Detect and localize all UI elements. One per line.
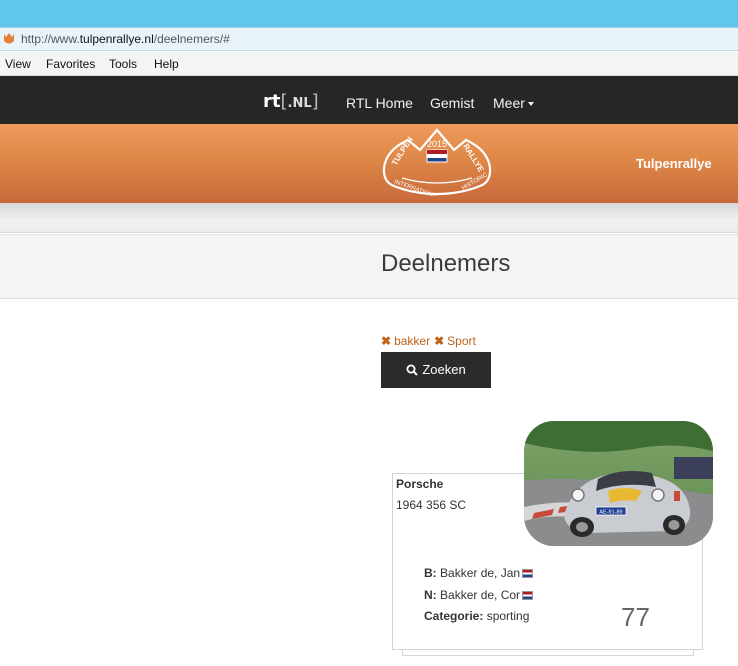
- remove-filter-icon: ✖: [434, 334, 445, 348]
- category-line: Categorie: sporting: [424, 609, 530, 623]
- tulip-favicon-icon: [4, 33, 14, 44]
- address-bar[interactable]: http://www.tulpenrallye.nl/deelnemers/#: [0, 27, 738, 51]
- search-icon: [406, 364, 419, 376]
- menu-view[interactable]: View: [5, 57, 31, 71]
- menu-tools[interactable]: Tools: [109, 57, 137, 71]
- rtl-logo[interactable]: rt[.NL]: [263, 91, 319, 112]
- netherlands-flag-icon: [522, 591, 534, 600]
- car-model: 1964 356 SC: [396, 498, 467, 512]
- nav-gemist[interactable]: Gemist: [430, 95, 474, 111]
- svg-text:2015: 2015: [427, 139, 447, 149]
- filter-bakker[interactable]: ✖ bakker: [381, 334, 434, 348]
- menu-favorites[interactable]: Favorites: [46, 57, 95, 71]
- svg-text:AE-91-89: AE-91-89: [599, 510, 622, 516]
- filter-sport[interactable]: ✖ Sport: [434, 334, 480, 348]
- nav-meer[interactable]: Meer: [493, 95, 534, 111]
- page-title: Deelnemers: [381, 250, 511, 277]
- browser-window: http://www.tulpenrallye.nl/deelnemers/# …: [0, 0, 738, 666]
- svg-text:TULPEN: TULPEN: [390, 135, 415, 167]
- netherlands-flag-icon: [522, 569, 534, 578]
- svg-text:RALLYE: RALLYE: [461, 142, 486, 174]
- header-shadow-band: [0, 203, 738, 233]
- tulpenrallye-logo[interactable]: 2015 TULPEN RALLYE INTERNATIONAL HISTORI…: [380, 128, 495, 196]
- navigator-line: N: Bakker de, Cor: [424, 588, 534, 602]
- start-number: 77: [621, 602, 650, 632]
- car-make: Porsche: [396, 477, 444, 491]
- nav-rtl-home[interactable]: RTL Home: [346, 95, 413, 111]
- browser-menubar: View Favorites Tools Help: [0, 52, 738, 76]
- site-title-link[interactable]: Tulpenrallye: [636, 156, 712, 171]
- remove-filter-icon: ✖: [381, 334, 392, 348]
- window-titlebar: [0, 0, 738, 27]
- card-stack-edge: [402, 650, 694, 656]
- page-title-band: [0, 234, 738, 299]
- address-url[interactable]: http://www.tulpenrallye.nl/deelnemers/#: [21, 32, 230, 46]
- driver-line: B: Bakker de, Jan: [424, 566, 534, 580]
- search-button[interactable]: Zoeken: [381, 352, 491, 388]
- site-header: [0, 124, 738, 203]
- menu-help[interactable]: Help: [154, 57, 179, 71]
- car-photo[interactable]: AE-91-89: [524, 421, 713, 546]
- active-filters: ✖ bakker ✖ Sport: [381, 334, 480, 348]
- caret-down-icon: [527, 102, 534, 107]
- rtl-navbar: rt[.NL] RTL Home Gemist Meer: [0, 76, 738, 124]
